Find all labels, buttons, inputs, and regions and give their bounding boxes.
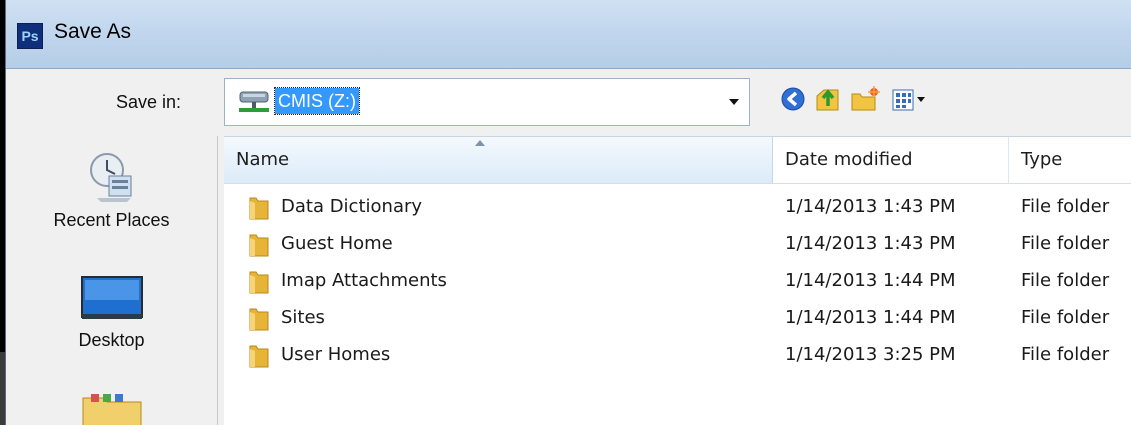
file-type: File folder	[1021, 270, 1110, 291]
places-item-recent-places[interactable]: Recent Places	[6, 150, 217, 231]
file-row[interactable]: Guest Home 1/14/2013 1:43 PM File folder	[224, 226, 1131, 262]
column-header-type[interactable]: Type	[1009, 137, 1131, 183]
back-icon[interactable]	[778, 84, 808, 114]
title-bar[interactable]: Ps Save As	[6, 0, 1131, 69]
places-item-desktop[interactable]: Desktop	[6, 274, 217, 351]
file-type: File folder	[1021, 196, 1110, 217]
file-row[interactable]: Sites 1/14/2013 1:44 PM File folder	[224, 300, 1131, 336]
file-type: File folder	[1021, 233, 1110, 254]
file-date-modified: 1/14/2013 1:44 PM	[785, 270, 956, 291]
recent-places-icon	[89, 153, 131, 202]
desktop-icon	[80, 276, 143, 319]
folder-icon	[249, 234, 269, 257]
file-date-modified: 1/14/2013 1:43 PM	[785, 196, 956, 217]
file-date-modified: 1/14/2013 1:44 PM	[785, 307, 956, 328]
save-in-dropdown[interactable]: CMIS (Z:)	[224, 78, 750, 126]
places-label: Desktop	[78, 330, 145, 350]
photoshop-app-icon: Ps	[17, 23, 43, 49]
file-type: File folder	[1021, 344, 1110, 365]
file-row[interactable]: Data Dictionary 1/14/2013 1:43 PM File f…	[224, 189, 1131, 225]
save-in-label: Save in:	[116, 92, 182, 112]
file-name: Guest Home	[281, 233, 393, 254]
places-item-libraries[interactable]	[6, 390, 217, 425]
file-name: Imap Attachments	[281, 270, 447, 291]
network-drive-icon	[239, 91, 269, 112]
sort-ascending-icon	[475, 140, 485, 146]
column-header-row: Name Date modified Type	[224, 137, 1131, 184]
places-bar: Recent Places Desktop	[6, 136, 218, 425]
chevron-down-icon[interactable]	[727, 97, 741, 107]
view-menu-icon[interactable]	[890, 84, 930, 114]
file-date-modified: 1/14/2013 1:43 PM	[785, 233, 956, 254]
folder-icon	[249, 345, 269, 368]
folder-icon	[249, 197, 269, 220]
file-name: Data Dictionary	[281, 196, 423, 217]
folder-icon	[249, 271, 269, 294]
column-header-label: Name	[236, 149, 290, 170]
selected-location: CMIS (Z:)	[274, 87, 360, 115]
save-as-dialog: Ps Save As Save in: CMIS (Z:) Recent Pla…	[5, 0, 1131, 425]
file-list[interactable]: Name Date modified Type Data Dictionary …	[224, 136, 1131, 425]
file-row[interactable]: User Homes 1/14/2013 3:25 PM File folder	[224, 337, 1131, 373]
window-title: Save As	[54, 20, 132, 43]
file-name: User Homes	[281, 344, 391, 365]
libraries-icon	[82, 394, 141, 425]
file-type: File folder	[1021, 307, 1110, 328]
file-name: Sites	[281, 307, 325, 328]
places-label: Recent Places	[53, 210, 170, 230]
column-header-date-modified[interactable]: Date modified	[773, 137, 1009, 183]
up-folder-icon[interactable]	[814, 84, 842, 114]
file-row[interactable]: Imap Attachments 1/14/2013 1:44 PM File …	[224, 263, 1131, 299]
new-folder-icon[interactable]	[849, 84, 881, 114]
column-header-label: Date modified	[785, 149, 913, 170]
column-header-label: Type	[1021, 149, 1063, 170]
folder-icon	[249, 308, 269, 331]
column-header-name[interactable]: Name	[224, 137, 773, 183]
file-date-modified: 1/14/2013 3:25 PM	[785, 344, 956, 365]
